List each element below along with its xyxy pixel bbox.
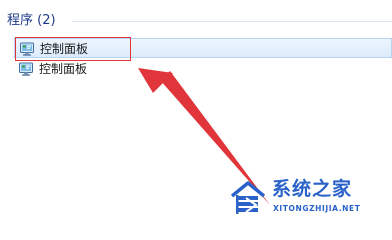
house-logo-icon xyxy=(230,181,266,214)
watermark: 系统之家 XITONGZHIJIA.NET xyxy=(228,176,388,222)
watermark-url: XITONGZHIJIA.NET xyxy=(273,204,361,213)
watermark-title: 系统之家 xyxy=(272,178,353,200)
search-results-page: 程序 (2) 控制面板 控制面板 系统之家 XITONGZHIJIA.NET xyxy=(0,0,392,226)
